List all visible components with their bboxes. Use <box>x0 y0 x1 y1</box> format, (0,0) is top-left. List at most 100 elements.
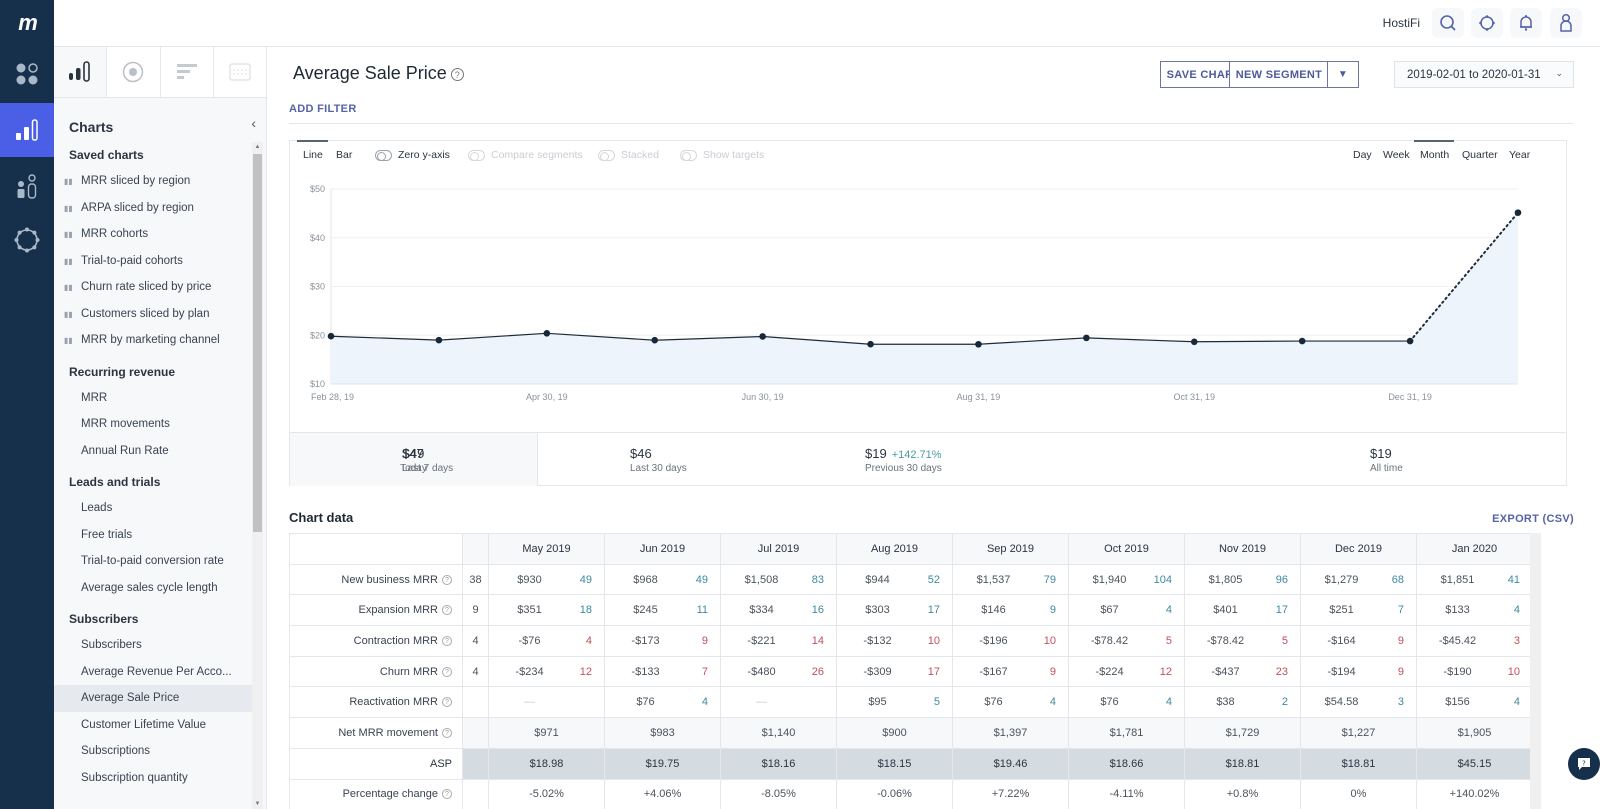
rail-charts[interactable] <box>0 103 54 157</box>
sidebar-item[interactable]: ▮▮ Trial-to-paid cohorts <box>54 248 252 275</box>
rail-customers[interactable] <box>0 160 54 214</box>
sidebar-item[interactable]: ▮▮ MRR by marketing channel <box>54 327 252 354</box>
help-icon[interactable]: ? <box>442 636 452 646</box>
cell-count[interactable]: 3 <box>1382 696 1404 708</box>
cell-count[interactable]: 7 <box>1382 604 1404 616</box>
sidebar-item[interactable]: Customer Lifetime Value <box>54 712 252 739</box>
cell-count[interactable]: 83 <box>802 574 824 586</box>
sidebar-tab-benchmarks[interactable] <box>213 47 267 97</box>
toggle-switch[interactable] <box>468 149 485 161</box>
toggle-switch[interactable] <box>598 149 615 161</box>
toggle-compare-segments[interactable]: Compare segments <box>468 149 583 161</box>
cell-count[interactable]: 4 <box>1498 604 1520 616</box>
cell-count[interactable]: 49 <box>686 574 708 586</box>
sidebar-item[interactable]: Subscribers <box>54 632 252 659</box>
help-icon[interactable]: ? <box>442 789 452 800</box>
sidebar-item[interactable]: ▮▮ ARPA sliced by region <box>54 195 252 222</box>
interval-week[interactable]: Week <box>1383 149 1410 161</box>
cell-count[interactable]: 9 <box>1382 666 1404 678</box>
toggle-zero-y-axis[interactable]: Zero y-axis <box>375 149 450 161</box>
toggle-switch[interactable] <box>375 149 392 161</box>
sidebar-item[interactable]: ▮▮ MRR cohorts <box>54 221 252 248</box>
interval-quarter[interactable]: Quarter <box>1462 149 1498 161</box>
cell-count[interactable]: 79 <box>1034 574 1056 586</box>
sidebar-item[interactable]: MRR movements <box>54 411 252 438</box>
cell-count[interactable]: 52 <box>918 574 940 586</box>
interval-year[interactable]: Year <box>1509 149 1530 161</box>
notifications-button[interactable] <box>1510 8 1542 38</box>
cell-count[interactable]: 4 <box>1150 696 1172 708</box>
search-button[interactable] <box>1432 8 1464 38</box>
cell-count[interactable]: 4 <box>1150 604 1172 616</box>
help-icon[interactable]: ? <box>442 605 452 616</box>
date-range-picker[interactable]: 2019-02-01 to 2020-01-31 ⌄ <box>1394 61 1574 88</box>
sidebar-item[interactable]: Average sales cycle length <box>54 575 252 602</box>
cell-count[interactable]: 4 <box>1034 696 1056 708</box>
help-icon[interactable]: ? <box>442 574 452 585</box>
cell-count[interactable]: 16 <box>802 604 824 616</box>
new-segment-dropdown[interactable]: ▼ <box>1327 61 1359 88</box>
cell-count[interactable]: 2 <box>1266 696 1288 708</box>
sidebar-item[interactable]: ▮▮ Customers sliced by plan <box>54 301 252 328</box>
export-csv-button[interactable]: EXPORT (CSV) <box>1492 513 1574 525</box>
sidebar-item[interactable]: Annual Run Rate <box>54 438 252 465</box>
cell-count[interactable]: 4 <box>686 696 708 708</box>
help-icon[interactable]: ? <box>442 666 452 677</box>
cell-count[interactable]: 41 <box>1498 574 1520 586</box>
cell-count[interactable]: 4 <box>1498 696 1520 708</box>
cell-count[interactable]: 10 <box>1034 635 1056 647</box>
cell-count[interactable]: 68 <box>1382 574 1404 586</box>
cell-count[interactable]: 12 <box>570 666 592 678</box>
sidebar-item[interactable]: Average Sale Price <box>54 685 252 712</box>
cell-count[interactable]: 104 <box>1150 574 1172 586</box>
cell-count[interactable]: 26 <box>802 666 824 678</box>
add-filter-button[interactable]: ADD FILTER <box>289 103 357 115</box>
goals-button[interactable] <box>1471 8 1503 38</box>
help-chat-button[interactable]: ? <box>1568 748 1600 780</box>
cell-count[interactable]: 9 <box>1382 635 1404 647</box>
cell-count[interactable]: 9 <box>686 635 708 647</box>
rail-dashboards[interactable] <box>0 47 54 101</box>
help-icon[interactable]: ? <box>450 67 464 81</box>
sidebar-item[interactable]: Average Revenue Per Acco... <box>54 659 252 686</box>
cell-count[interactable]: 5 <box>918 696 940 708</box>
cell-count[interactable]: 5 <box>1266 635 1288 647</box>
cell-count[interactable]: 18 <box>570 604 592 616</box>
cell-count[interactable]: 10 <box>1498 666 1520 678</box>
scroll-down-icon[interactable]: ▼ <box>252 801 263 807</box>
cell-count[interactable]: 11 <box>686 604 708 616</box>
sidebar-item[interactable]: ▮▮ MRR sliced by region <box>54 168 252 195</box>
toggle-show-targets[interactable]: Show targets <box>680 149 764 161</box>
sidebar-tab-goals[interactable] <box>107 47 161 97</box>
rail-settings[interactable] <box>0 213 54 267</box>
cell-count[interactable]: 23 <box>1266 666 1288 678</box>
profile-button[interactable] <box>1550 8 1582 38</box>
sidebar-item[interactable]: Trial-to-paid conversion rate <box>54 548 252 575</box>
cell-count[interactable]: 96 <box>1266 574 1288 586</box>
sidebar-tab-reports[interactable] <box>160 47 214 97</box>
cell-count[interactable]: 7 <box>686 666 708 678</box>
cell-count[interactable]: 9 <box>1034 604 1056 616</box>
sidebar-tab-charts[interactable] <box>54 47 108 97</box>
logo[interactable]: m <box>0 0 54 46</box>
cell-count[interactable]: 5 <box>1150 635 1172 647</box>
toggle-switch[interactable] <box>680 149 697 161</box>
toggle-stacked[interactable]: Stacked <box>598 149 659 161</box>
interval-month[interactable]: Month <box>1420 149 1449 161</box>
sidebar-item[interactable]: Free trials <box>54 522 252 549</box>
cell-count[interactable]: 17 <box>918 666 940 678</box>
cell-count[interactable]: 9 <box>1034 666 1056 678</box>
help-icon[interactable]: ? <box>442 697 452 708</box>
cell-count[interactable] <box>570 696 592 708</box>
sidebar-item[interactable]: MRR <box>54 385 252 412</box>
sidebar-item[interactable]: Leads <box>54 495 252 522</box>
interval-day[interactable]: Day <box>1353 149 1372 161</box>
help-icon[interactable]: ? <box>442 728 452 739</box>
cell-count[interactable]: 10 <box>918 635 940 647</box>
table-scrollbar[interactable] <box>1530 533 1541 809</box>
account-name[interactable]: HostiFi <box>1383 16 1420 30</box>
scroll-up-icon[interactable]: ▲ <box>252 144 263 150</box>
chart-type-line[interactable]: Line <box>303 149 323 161</box>
cell-count[interactable]: 17 <box>918 604 940 616</box>
sidebar-item[interactable]: ▮▮ Churn rate sliced by price <box>54 274 252 301</box>
